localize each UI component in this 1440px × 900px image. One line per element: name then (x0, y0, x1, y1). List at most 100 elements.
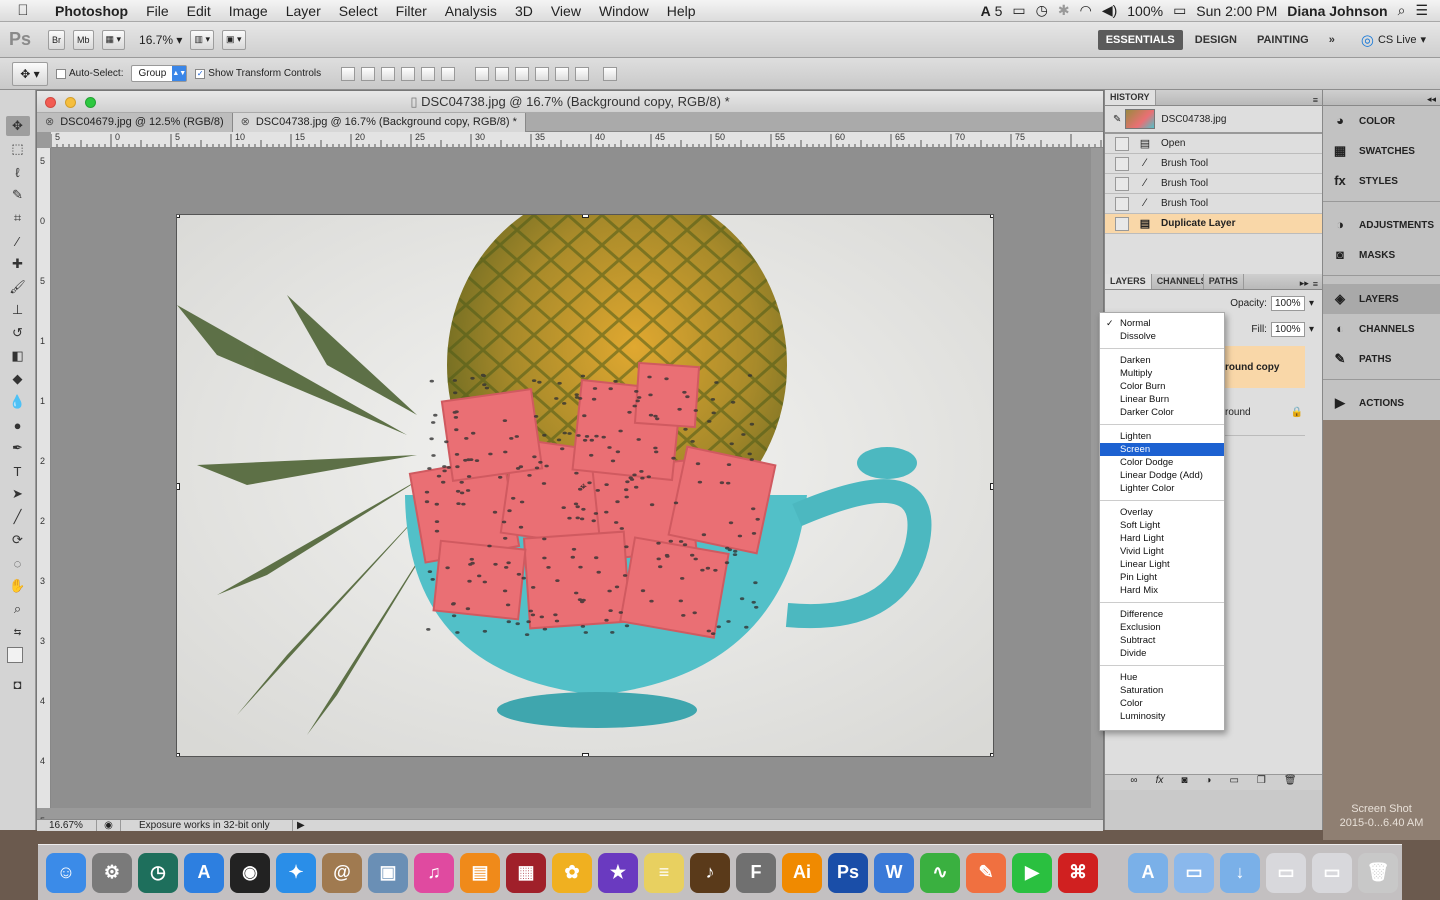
adobe-count[interactable]: A 5 (981, 3, 1003, 19)
distribute-vcenter-button[interactable] (495, 66, 510, 81)
new-group-icon[interactable]: ▭ (1229, 775, 1238, 790)
launch-bridge-button[interactable]: Br (48, 29, 65, 50)
history-brush-tool-icon[interactable]: ↺ (6, 323, 30, 343)
canvas-area[interactable]: ⌖ (51, 148, 1091, 808)
zoom-window-icon[interactable] (85, 97, 96, 108)
zoom-tool-icon[interactable]: ⌕ (6, 599, 30, 619)
cs-live-button[interactable]: ◎ CS Live ▾ (1361, 31, 1426, 49)
dock-acrobat-icon[interactable]: ⌘ (1058, 852, 1098, 893)
arrange-documents-button[interactable]: ▥ ▾ (190, 29, 214, 50)
opacity-input[interactable]: 100% (1270, 296, 1305, 311)
dock-wacom-icon[interactable]: W (874, 852, 914, 893)
color-swatches[interactable] (5, 645, 31, 671)
history-snapshot-checkbox[interactable] (1115, 176, 1129, 191)
lasso-tool-icon[interactable]: ℓ (6, 162, 30, 182)
adjustment-layer-icon[interactable]: ◑ (1205, 775, 1211, 790)
menu-filter[interactable]: Filter (387, 3, 436, 19)
blend-mode-option[interactable]: Hard Mix (1100, 584, 1224, 597)
tool-preset-picker[interactable]: ✥ ▾ (12, 61, 48, 86)
distribute-left-button[interactable] (535, 66, 550, 81)
bluetooth-icon[interactable]: ✱ (1058, 2, 1070, 19)
blend-mode-option[interactable]: Linear Burn (1100, 393, 1224, 406)
3d-rotate-tool-icon[interactable]: ⟳ (6, 530, 30, 550)
menu-view[interactable]: View (542, 3, 590, 19)
dock-ibooks-icon[interactable]: ▤ (460, 852, 500, 893)
hand-tool-icon[interactable]: ✋ (6, 576, 30, 596)
panel-button-channels[interactable]: ◐ CHANNELS (1323, 314, 1440, 344)
panel-collapse-icon[interactable]: ▸▸ (1300, 278, 1309, 289)
dock-photoshop-icon[interactable]: Ps (828, 852, 868, 893)
tab-dsc04679[interactable]: ⊗ DSC04679.jpg @ 12.5% (RGB/8) (37, 113, 233, 132)
foreground-color-swatch[interactable] (6, 647, 23, 663)
tab-history[interactable]: HISTORY (1105, 90, 1156, 105)
align-top-button[interactable] (341, 66, 356, 81)
transform-handle-bl[interactable] (177, 753, 180, 756)
wifi-icon[interactable]: ◠ (1080, 2, 1092, 19)
history-item[interactable]: ▤ Duplicate Layer (1105, 214, 1322, 234)
history-item[interactable]: ⁄ Brush Tool (1105, 154, 1322, 174)
quick-mask-icon[interactable]: ◘ (6, 674, 30, 694)
dock-downloads-folder-icon[interactable]: ↓ (1220, 852, 1260, 893)
airplay-icon[interactable]: ▭ (1012, 2, 1025, 19)
panel-button-actions[interactable]: ▶ ACTIONS (1323, 388, 1440, 418)
workspace-essentials[interactable]: ESSENTIALS (1097, 29, 1183, 50)
view-extras-button[interactable]: ▦ ▾ (101, 29, 126, 50)
blend-mode-option[interactable]: Pin Light (1100, 571, 1224, 584)
link-layers-icon[interactable]: ∞ (1130, 775, 1137, 790)
dock-garageband-icon[interactable]: ♪ (690, 852, 730, 893)
panel-button-layers[interactable]: ◈ LAYERS (1323, 284, 1440, 314)
blend-mode-option[interactable]: Color (1100, 697, 1224, 710)
workspace-design[interactable]: DESIGN (1187, 30, 1245, 50)
blend-mode-option[interactable]: Color Dodge (1100, 456, 1224, 469)
dock-time-machine-icon[interactable]: ◷ (138, 852, 178, 893)
blend-mode-option[interactable]: Linear Dodge (Add) (1100, 469, 1224, 482)
clone-stamp-tool-icon[interactable]: ⊥ (6, 300, 30, 320)
distribute-bottom-button[interactable] (515, 66, 530, 81)
dock-photos-icon[interactable]: ✿ (552, 852, 592, 893)
distribute-top-button[interactable] (475, 66, 490, 81)
notification-center-icon[interactable]: ☰ (1415, 2, 1428, 19)
quick-selection-tool-icon[interactable]: ✎ (6, 185, 30, 205)
delete-layer-icon[interactable]: 🗑 (1284, 775, 1297, 790)
dock-vectorize-icon[interactable]: ∿ (920, 852, 960, 893)
transform-handle-bc[interactable] (582, 753, 589, 756)
panel-button-adjustments[interactable]: ◑ ADJUSTMENTS (1323, 210, 1440, 240)
menu-select[interactable]: Select (330, 3, 387, 19)
dock-contacts-icon[interactable]: @ (322, 852, 362, 893)
swap-colors-icon[interactable]: ⇆ (6, 622, 30, 642)
blend-mode-option[interactable]: Divide (1100, 647, 1224, 660)
auto-select-checkbox[interactable] (56, 68, 66, 79)
tab-layers[interactable]: LAYERS (1105, 274, 1152, 289)
dock-illustrator-icon[interactable]: Ai (782, 852, 822, 893)
history-snapshot-checkbox[interactable] (1115, 216, 1129, 231)
type-tool-icon[interactable]: T (6, 461, 30, 481)
line-tool-icon[interactable]: ╱ (6, 507, 30, 527)
tab-channels[interactable]: CHANNELS (1152, 274, 1204, 289)
horizontal-ruler[interactable]: 5 0 5 10 15 20 25 30 35 40 45 50 55 60 65 70 75 (51, 132, 1103, 148)
eyedropper-tool-icon[interactable]: ⁄ (6, 231, 30, 251)
apple-menu-icon[interactable]:  (0, 2, 46, 19)
history-item[interactable]: ⁄ Brush Tool (1105, 194, 1322, 214)
dock-trash-icon[interactable]: 🗑 (1358, 852, 1398, 893)
history-snapshot-checkbox[interactable] (1115, 136, 1129, 151)
volume-icon[interactable]: ◀) (1102, 2, 1117, 19)
dock-pencil-app-icon[interactable]: ✎ (966, 852, 1006, 893)
dock-system-preferences-icon[interactable]: ⚙ (92, 852, 132, 893)
blend-mode-option[interactable]: Saturation (1100, 684, 1224, 697)
blend-mode-option[interactable]: Soft Light (1100, 519, 1224, 532)
blend-mode-option[interactable]: Screen (1100, 443, 1224, 456)
dock-photo-booth-icon[interactable]: ▦ (506, 852, 546, 893)
menu-file[interactable]: File (137, 3, 178, 19)
healing-brush-tool-icon[interactable]: ✚ (6, 254, 30, 274)
dock-itunes-icon[interactable]: ♫ (414, 852, 454, 893)
history-snapshot[interactable]: ✎ DSC04738.jpg (1105, 106, 1322, 134)
align-bottom-button[interactable] (381, 66, 396, 81)
align-vcenter-button[interactable] (361, 66, 376, 81)
more-workspaces-button[interactable]: » (1321, 30, 1343, 50)
blend-mode-option[interactable]: Subtract (1100, 634, 1224, 647)
blend-mode-option[interactable]: Color Burn (1100, 380, 1224, 393)
panel-button-color[interactable]: ◕ COLOR (1323, 106, 1440, 136)
blend-mode-option[interactable]: Overlay (1100, 506, 1224, 519)
history-brush-source-icon[interactable]: ✎ (1113, 114, 1121, 125)
history-item[interactable]: ▤ Open (1105, 134, 1322, 154)
